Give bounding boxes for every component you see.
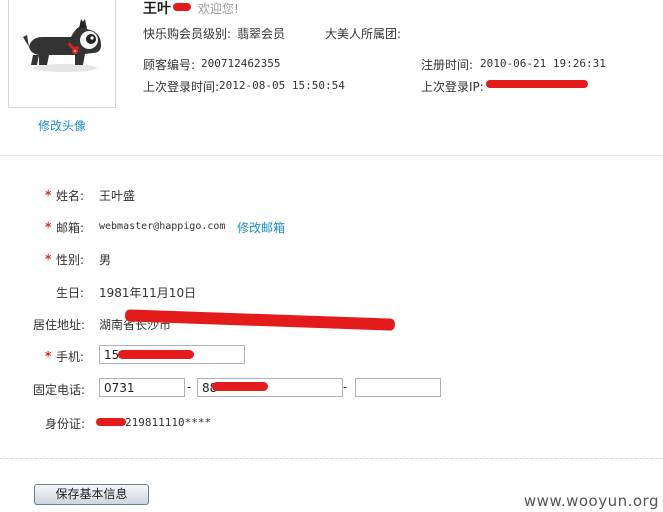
id-value: 219811110**** — [125, 416, 212, 429]
last-login-time-value: 2012-08-05 15:50:54 — [219, 79, 345, 92]
register-time-label: 注册时间: — [421, 58, 474, 72]
redaction-mark — [173, 3, 191, 11]
phone-label: 固定电话: — [33, 383, 86, 397]
last-login-time-label: 上次登录时间: — [143, 80, 220, 94]
mobile-label: 手机: — [56, 350, 85, 364]
redaction-mark — [118, 350, 194, 359]
birthday-value: 1981年11月10日 — [99, 286, 197, 300]
required-mark: * — [45, 220, 52, 234]
divider — [0, 155, 663, 156]
member-level-value: 翡翠会员 — [237, 27, 286, 41]
phone-area-input[interactable] — [99, 378, 185, 397]
redaction-mark — [486, 80, 588, 88]
email-label: 邮箱: — [56, 221, 85, 235]
edit-email-link[interactable]: 修改邮箱 — [237, 219, 285, 236]
required-mark: * — [45, 252, 52, 266]
group-label: 大美人所属团: — [325, 27, 402, 41]
redaction-mark — [96, 418, 126, 426]
gender-value: 男 — [99, 253, 112, 267]
address-label: 居住地址: — [33, 318, 86, 332]
phone-ext-input[interactable] — [355, 378, 441, 397]
phone-dash: - — [343, 380, 348, 394]
email-value: webmaster@happigo.com — [99, 221, 226, 232]
phone-dash: - — [187, 380, 192, 394]
id-label: 身份证: — [45, 417, 86, 431]
watermark: www.wooyun.org — [523, 492, 659, 510]
birthday-label: 生日: — [56, 286, 85, 300]
gender-label: 性别: — [56, 253, 85, 267]
name-value: 王叶盛 — [99, 189, 136, 203]
scottie-dog-icon — [23, 19, 101, 72]
name-label: 姓名: — [56, 189, 85, 203]
username: 王叶 — [143, 1, 171, 17]
customer-no-value: 200712462355 — [201, 57, 281, 70]
register-time-value: 2010-06-21 19:26:31 — [480, 57, 606, 70]
welcome-text: 欢迎您! — [198, 2, 239, 16]
edit-avatar-link[interactable]: 修改头像 — [38, 117, 86, 134]
required-mark: * — [45, 349, 52, 363]
member-level-label: 快乐购会员级别: — [143, 27, 232, 41]
save-basic-info-button[interactable]: 保存基本信息 — [34, 484, 149, 505]
customer-no-label: 顾客编号: — [143, 58, 196, 72]
required-mark: * — [45, 188, 52, 202]
divider — [0, 458, 663, 459]
avatar — [8, 0, 116, 108]
last-login-ip-label: 上次登录IP: — [421, 80, 484, 94]
redaction-mark — [212, 382, 268, 391]
